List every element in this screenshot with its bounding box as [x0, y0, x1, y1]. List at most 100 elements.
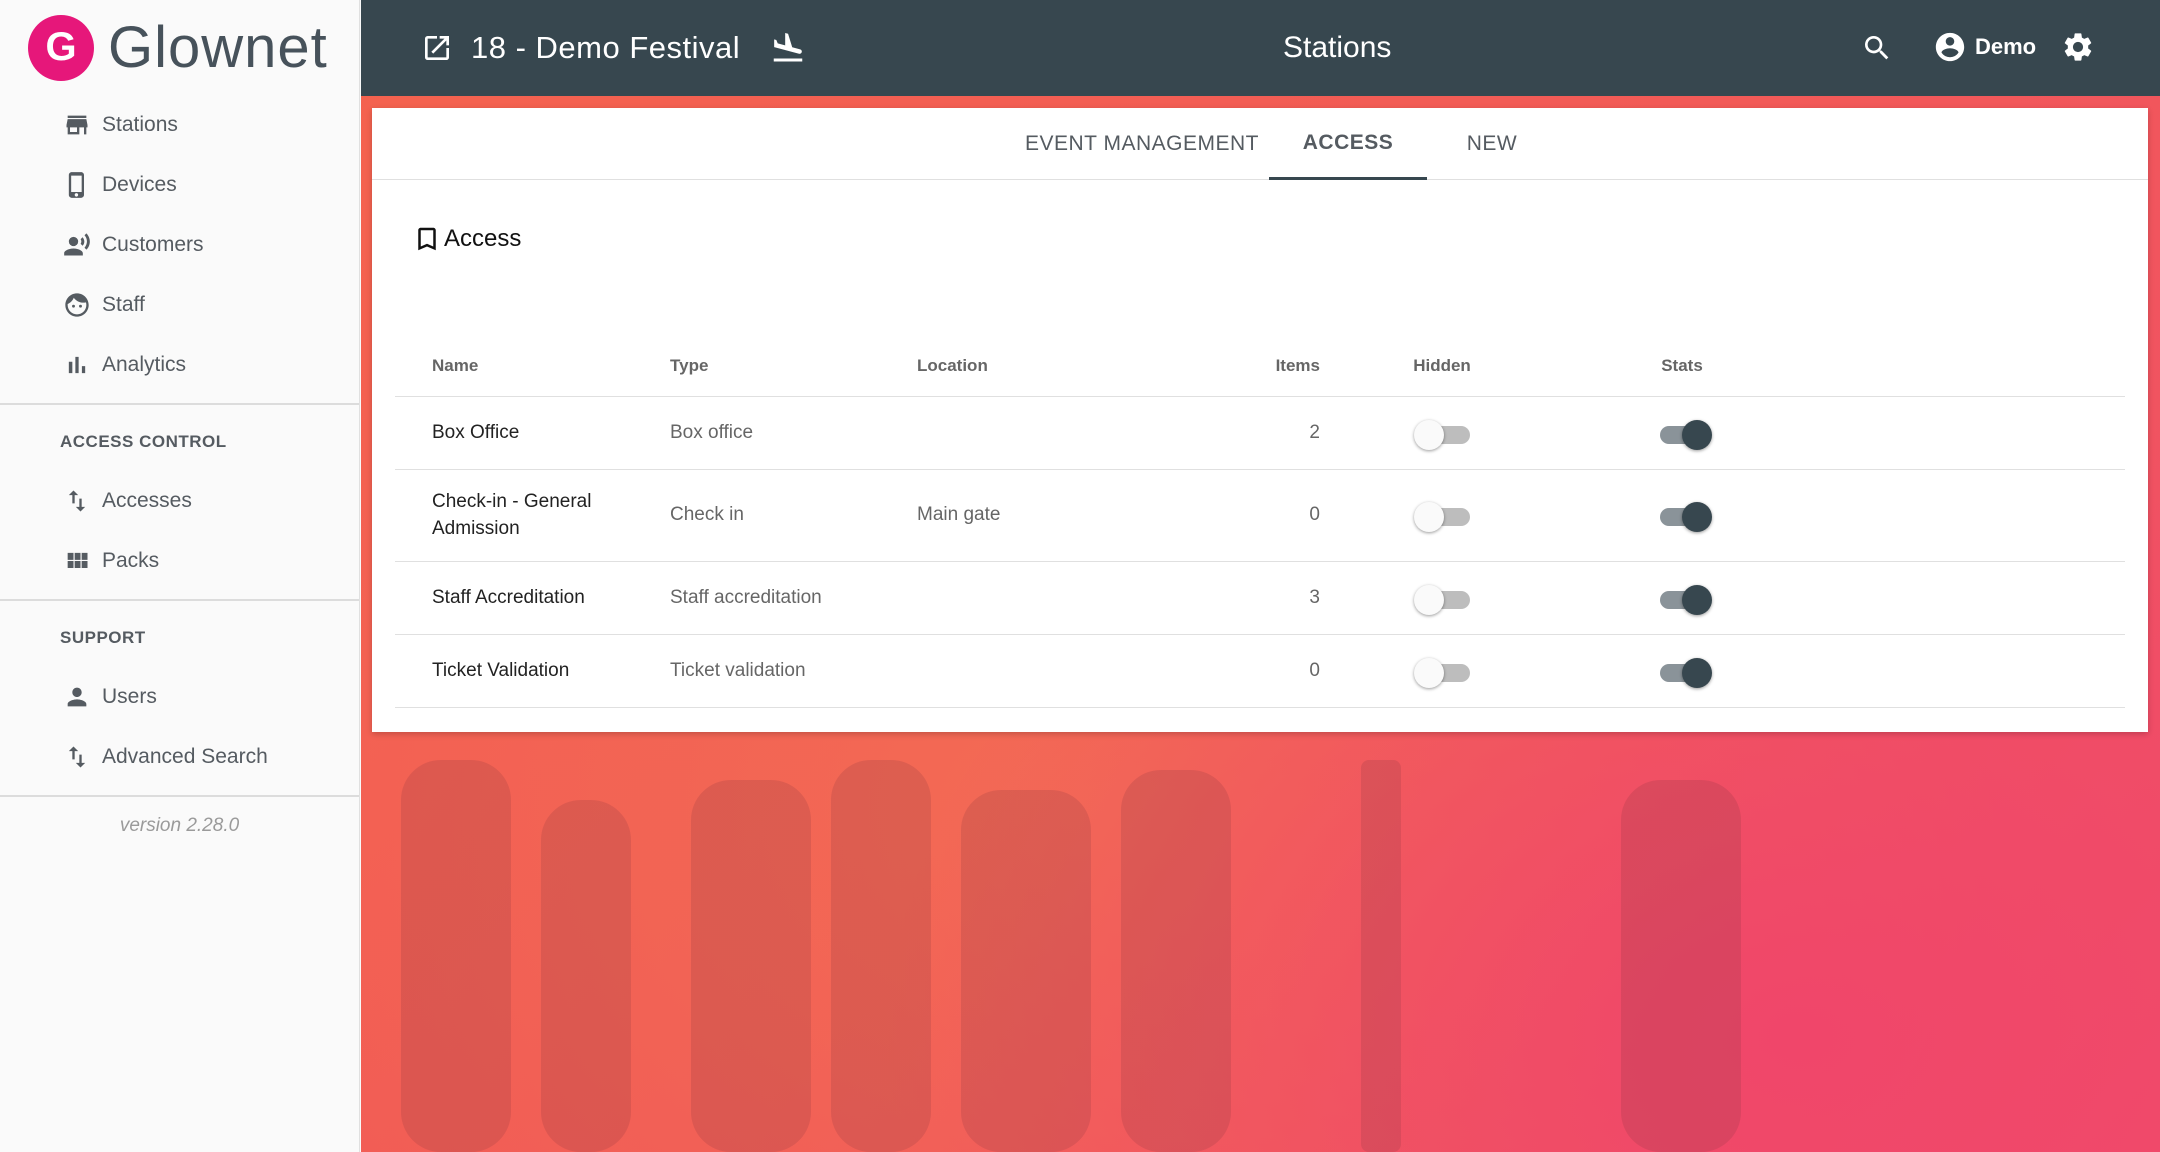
customers-icon: [62, 230, 92, 260]
sidebar-item-customers[interactable]: Customers: [0, 215, 359, 275]
cell-items: 0: [1167, 468, 1322, 561]
cell-items: 0: [1167, 633, 1322, 708]
cell-type: Check in: [670, 468, 917, 561]
table-row[interactable]: Check-in - General Admission Check in Ma…: [395, 468, 2125, 561]
cell-hidden: [1322, 633, 1562, 708]
event-title[interactable]: 18 - Demo Festival: [471, 30, 740, 66]
hidden-toggle[interactable]: [1414, 657, 1470, 688]
sidebar-item-users[interactable]: Users: [0, 667, 359, 727]
hidden-toggle[interactable]: [1414, 584, 1470, 615]
table-row[interactable]: Staff Accreditation Staff accreditation …: [395, 560, 2125, 634]
stats-toggle[interactable]: [1654, 419, 1712, 450]
cell-hidden: [1322, 560, 1562, 634]
stats-toggle[interactable]: [1654, 501, 1712, 532]
cell-stats: [1562, 633, 1802, 708]
section-title-text: Access: [444, 225, 522, 252]
person-icon: [62, 682, 92, 712]
column-header-items[interactable]: Items: [1167, 326, 1322, 396]
flight-land-icon[interactable]: [770, 30, 806, 66]
phone-icon: [62, 170, 92, 200]
cell-type: Box office: [670, 395, 917, 469]
cell-hidden: [1322, 395, 1562, 469]
divider: [0, 599, 359, 601]
column-header-location[interactable]: Location: [917, 326, 1167, 396]
column-header-stats[interactable]: Stats: [1562, 326, 1802, 396]
stats-toggle[interactable]: [1654, 584, 1712, 615]
logo[interactable]: G Glownet: [0, 0, 359, 95]
cell-name[interactable]: Check-in - General Admission: [395, 468, 670, 561]
sidebar-item-stations[interactable]: Stations: [0, 95, 359, 155]
tab-bar: EVENT MANAGEMENT ACCESS NEW: [372, 108, 2148, 180]
table-row[interactable]: Box Office Box office 2: [395, 395, 2125, 469]
gear-icon[interactable]: [2061, 30, 2095, 64]
section-support: SUPPORT: [60, 628, 146, 647]
cell-items: 2: [1167, 395, 1322, 469]
sidebar-item-analytics[interactable]: Analytics: [0, 335, 359, 395]
column-header-type[interactable]: Type: [670, 326, 917, 396]
user-name: Demo: [1975, 34, 2037, 59]
cell-location: [917, 633, 1167, 708]
sidebar-item-label: Staff: [102, 293, 145, 316]
cell-location: [917, 395, 1167, 469]
column-header-hidden[interactable]: Hidden: [1322, 326, 1562, 396]
cell-location: [917, 560, 1167, 634]
sidebar-item-label: Stations: [102, 113, 178, 136]
stations-table: Name Type Location Items Hidden Stats Bo…: [395, 326, 2125, 708]
sidebar-item-label: Accesses: [102, 489, 192, 512]
table-header-row: Name Type Location Items Hidden Stats: [395, 326, 2125, 396]
sidebar-item-accesses[interactable]: Accesses: [0, 471, 359, 531]
bar-chart-icon: [62, 350, 92, 380]
version-label: version 2.28.0: [119, 815, 240, 836]
page-title: Stations: [1283, 31, 1392, 64]
brand-name: Glownet: [108, 15, 328, 80]
table-row[interactable]: Ticket Validation Ticket validation 0: [395, 633, 2125, 708]
cell-name[interactable]: Box Office: [395, 395, 670, 469]
cell-stats: [1562, 395, 1802, 469]
sidebar-item-label: Analytics: [102, 353, 187, 376]
hidden-toggle[interactable]: [1414, 419, 1470, 450]
bookmark-icon: [418, 227, 436, 251]
open-in-new-icon[interactable]: [421, 32, 453, 64]
cell-name[interactable]: Ticket Validation: [395, 633, 670, 708]
top-bar: 18 - Demo Festival Stations Demo: [361, 0, 2160, 96]
swap-vertical-icon: [62, 742, 92, 772]
search-icon[interactable]: [1861, 32, 1893, 64]
sidebar-item-devices[interactable]: Devices: [0, 155, 359, 215]
cell-stats: [1562, 560, 1802, 634]
cell-spacer: [1802, 395, 2125, 469]
sidebar-item-label: Advanced Search: [102, 745, 268, 768]
cell-spacer: [1802, 560, 2125, 634]
sidebar-item-label: Devices: [102, 173, 177, 196]
stats-toggle[interactable]: [1654, 657, 1712, 688]
sidebar-item-label: Users: [102, 685, 157, 708]
face-icon: [62, 290, 92, 320]
column-spacer: [1802, 326, 2125, 396]
divider: [0, 795, 359, 797]
store-icon: [62, 110, 92, 140]
column-header-name[interactable]: Name: [395, 326, 670, 396]
cell-hidden: [1322, 468, 1562, 561]
tab-new[interactable]: NEW: [1432, 108, 1552, 180]
sidebar: G Glownet Stations Devices Customers Sta…: [0, 0, 360, 1152]
section-access-control: ACCESS CONTROL: [60, 432, 227, 451]
cell-items: 3: [1167, 560, 1322, 634]
cell-type: Staff accreditation: [670, 560, 917, 634]
swap-vertical-icon: [62, 486, 92, 516]
sidebar-item-staff[interactable]: Staff: [0, 275, 359, 335]
tab-access[interactable]: ACCESS: [1269, 108, 1427, 180]
sidebar-item-packs[interactable]: Packs: [0, 531, 359, 591]
cell-type: Ticket validation: [670, 633, 917, 708]
user-menu[interactable]: Demo: [1933, 30, 2036, 64]
sidebar-item-label: Packs: [102, 549, 160, 572]
stations-card: EVENT MANAGEMENT ACCESS NEW Access Name …: [372, 108, 2148, 732]
cell-stats: [1562, 468, 1802, 561]
divider: [0, 403, 359, 405]
grid-icon: [62, 546, 92, 576]
hidden-toggle[interactable]: [1414, 501, 1470, 532]
sidebar-item-advanced-search[interactable]: Advanced Search: [0, 727, 359, 787]
tab-event-management[interactable]: EVENT MANAGEMENT: [992, 108, 1292, 180]
cell-spacer: [1802, 468, 2125, 561]
sidebar-item-label: Customers: [102, 233, 204, 256]
section-title: Access: [412, 224, 521, 254]
cell-name[interactable]: Staff Accreditation: [395, 560, 670, 634]
